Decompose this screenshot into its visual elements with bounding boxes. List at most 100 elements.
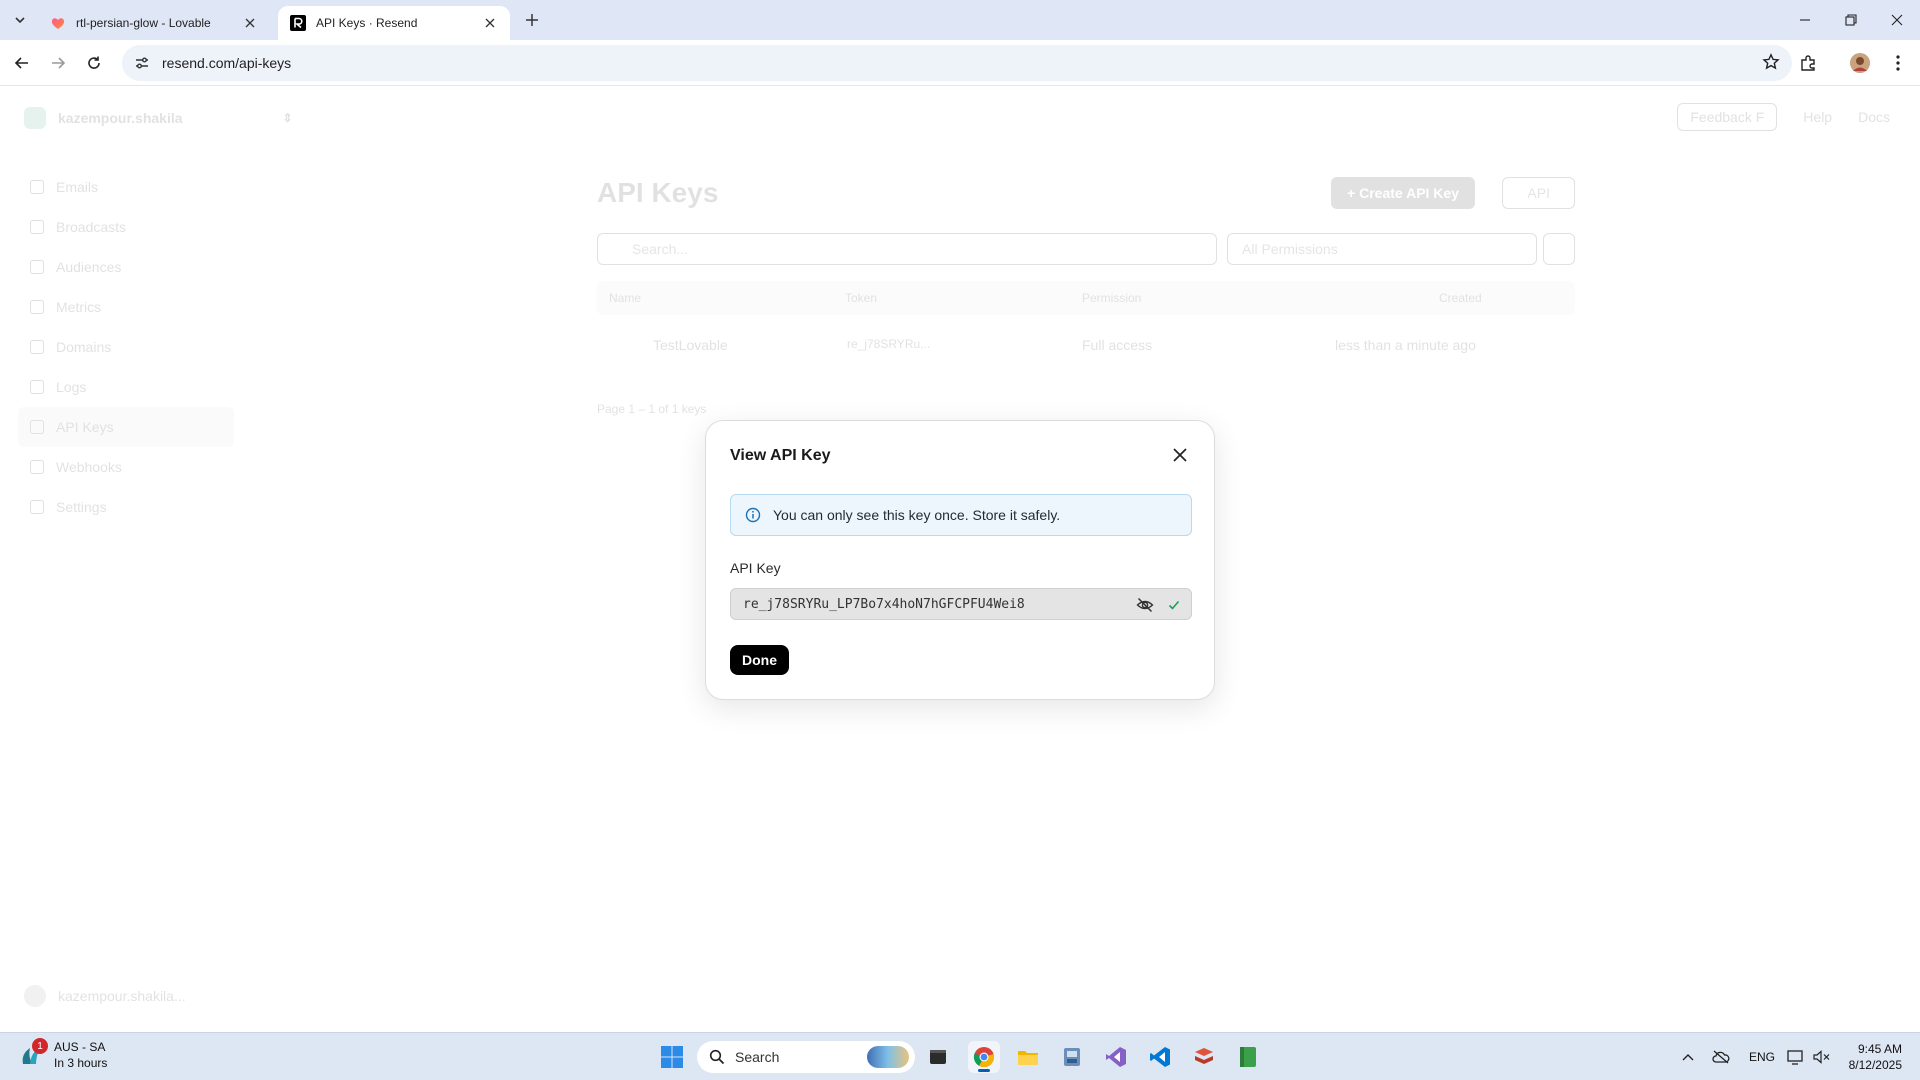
- sidebar-item-domains[interactable]: Domains: [18, 327, 234, 367]
- visual-studio-icon[interactable]: [1100, 1041, 1132, 1073]
- settings-icon: [30, 500, 44, 514]
- pagination-text: Page 1 – 1 of 1 keys: [597, 402, 707, 416]
- system-clock[interactable]: 9:45 AM 8/12/2025: [1849, 1041, 1902, 1073]
- chrome-app-icon[interactable]: [968, 1041, 1000, 1073]
- chart-icon: [30, 300, 44, 314]
- feedback-label: Feedback: [1690, 109, 1752, 125]
- search-highlight-image: [867, 1046, 909, 1068]
- tab-title: API Keys · Resend: [316, 16, 418, 30]
- language-indicator[interactable]: ENG: [1746, 1041, 1778, 1073]
- close-tab-icon[interactable]: [242, 15, 258, 31]
- terminal-app-icon[interactable]: [922, 1041, 954, 1073]
- extensions-puzzle-icon[interactable]: [1794, 49, 1822, 77]
- done-button[interactable]: Done: [730, 645, 789, 675]
- close-window-icon[interactable]: [1874, 0, 1920, 40]
- bookmark-star-icon[interactable]: [1762, 53, 1780, 71]
- sidebar-item-label: Metrics: [56, 299, 102, 315]
- column-header: Created: [1439, 291, 1482, 305]
- minimize-window-icon[interactable]: [1782, 0, 1828, 40]
- store-safely-notice: You can only see this key once. Store it…: [730, 494, 1192, 536]
- weather-widget[interactable]: 1 AUS - SA In 3 hours: [18, 1038, 108, 1071]
- sidebar-item-audiences[interactable]: Audiences: [18, 247, 234, 287]
- sidebar-item-broadcasts[interactable]: Broadcasts: [18, 207, 234, 247]
- download-button[interactable]: [1543, 233, 1575, 265]
- close-icon[interactable]: [1168, 443, 1192, 467]
- team-name: kazempour.shakila: [58, 110, 183, 126]
- key-permission: Full access: [1082, 337, 1153, 353]
- file-explorer-icon[interactable]: [1012, 1041, 1044, 1073]
- browser-menu-icon[interactable]: [1884, 49, 1912, 77]
- sidebar-item-metrics[interactable]: Metrics: [18, 287, 234, 327]
- windows-taskbar: 1 AUS - SA In 3 hours Search ENG 9:45 AM…: [0, 1032, 1920, 1080]
- address-bar[interactable]: resend.com/api-keys: [122, 45, 1792, 81]
- key-token: re_j78SRYRu...: [847, 337, 931, 351]
- stack-app-icon[interactable]: [1188, 1041, 1220, 1073]
- notebook-app-icon[interactable]: [1232, 1041, 1264, 1073]
- team-avatar: [24, 107, 46, 129]
- forward-arrow-icon[interactable]: [44, 49, 72, 77]
- filters-bar: Search... All Permissions: [597, 233, 1575, 265]
- network-app-icon[interactable]: [1056, 1041, 1088, 1073]
- create-api-key-button[interactable]: + Create API Key: [1331, 177, 1475, 209]
- tab-resend-api-keys[interactable]: API Keys · Resend: [278, 6, 510, 40]
- sidebar-item-logs[interactable]: Logs: [18, 367, 234, 407]
- display-icon[interactable]: [1784, 1041, 1808, 1073]
- api-key-value: re_j78SRYRu_LP7Bo7x4hoN7hGFCPFU4Wei8: [743, 596, 1025, 612]
- sidebar-item-label: Webhooks: [56, 459, 122, 475]
- sidebar-item-api-keys[interactable]: API Keys: [18, 407, 234, 447]
- user-avatar: [24, 985, 46, 1007]
- tab-search-button[interactable]: [8, 8, 32, 32]
- show-hidden-icons-chevron-icon[interactable]: [1678, 1041, 1698, 1073]
- sidebar-item-label: Settings: [56, 499, 107, 515]
- taskbar-search[interactable]: Search: [697, 1041, 915, 1073]
- user-name: kazempour.shakila...: [58, 988, 186, 1004]
- key-name: TestLovable: [653, 337, 728, 353]
- volume-muted-icon[interactable]: [1810, 1041, 1834, 1073]
- table-row[interactable]: TestLovable re_j78SRYRu... Full access l…: [597, 323, 1575, 367]
- column-header: Permission: [1082, 291, 1142, 305]
- browser-tab-bar: rtl-persian-glow - Lovable API Keys · Re…: [0, 0, 1920, 40]
- dialog-title: View API Key: [730, 447, 831, 464]
- search-icon: [709, 1049, 725, 1065]
- list-icon: [30, 380, 44, 394]
- site-settings-icon[interactable]: [134, 55, 150, 71]
- search-label: Search: [735, 1049, 780, 1065]
- sidebar-item-settings[interactable]: Settings: [18, 487, 234, 527]
- broadcast-icon: [30, 220, 44, 234]
- sidebar-item-emails[interactable]: Emails: [18, 167, 234, 207]
- weather-forecast: In 3 hours: [54, 1056, 108, 1070]
- column-header: Token: [845, 291, 878, 305]
- restore-window-icon[interactable]: [1828, 0, 1874, 40]
- notification-badge: 1: [32, 1038, 48, 1054]
- profile-avatar[interactable]: [1846, 49, 1874, 77]
- windows-start-icon[interactable]: [660, 1045, 684, 1069]
- feedback-button[interactable]: Feedback F: [1677, 103, 1778, 131]
- clock-time: 9:45 AM: [1857, 1042, 1902, 1056]
- weather-location: AUS - SA: [54, 1040, 106, 1054]
- view-api-key-dialog: View API Key You can only see this key o…: [705, 420, 1215, 700]
- new-tab-icon[interactable]: [520, 8, 544, 32]
- reload-icon[interactable]: [80, 49, 108, 77]
- permissions-select[interactable]: All Permissions: [1227, 233, 1537, 265]
- lock-icon: [30, 420, 44, 434]
- sidebar-item-webhooks[interactable]: Webhooks: [18, 447, 234, 487]
- back-arrow-icon[interactable]: [8, 49, 36, 77]
- docs-link[interactable]: Docs: [1858, 109, 1890, 125]
- eye-off-icon[interactable]: [1135, 595, 1155, 615]
- info-icon: [745, 507, 761, 523]
- sidebar-item-label: Domains: [56, 339, 112, 355]
- search-input[interactable]: Search...: [597, 233, 1217, 265]
- user-menu[interactable]: kazempour.shakila...: [24, 985, 186, 1007]
- api-key-field[interactable]: re_j78SRYRu_LP7Bo7x4hoN7hGFCPFU4Wei8: [730, 588, 1192, 620]
- tab-title: rtl-persian-glow - Lovable: [76, 16, 211, 30]
- team-switcher[interactable]: kazempour.shakila ⇕: [24, 107, 293, 129]
- copied-check-icon[interactable]: [1165, 596, 1183, 614]
- vscode-icon[interactable]: [1144, 1041, 1176, 1073]
- column-header: Name: [609, 291, 642, 305]
- onedrive-offline-icon[interactable]: [1708, 1041, 1734, 1073]
- tab-lovable[interactable]: rtl-persian-glow - Lovable: [38, 6, 270, 40]
- sidebar-item-label: API Keys: [56, 419, 114, 435]
- api-docs-button[interactable]: API: [1502, 177, 1575, 209]
- close-tab-icon[interactable]: [482, 15, 498, 31]
- help-link[interactable]: Help: [1803, 109, 1832, 125]
